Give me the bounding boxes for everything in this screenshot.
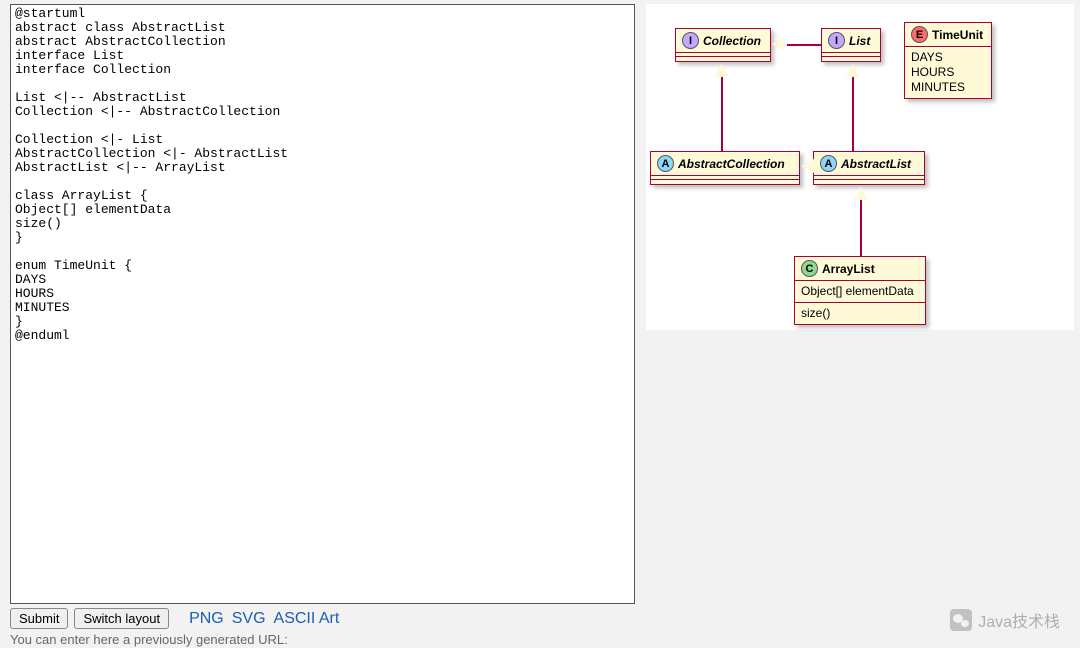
class-name: AbstractCollection (678, 157, 785, 171)
switch-layout-button[interactable]: Switch layout (74, 608, 169, 629)
class-name: TimeUnit (932, 28, 983, 42)
uml-arrowhead (772, 37, 785, 51)
uml-class-arraylist: C ArrayList Object[] elementData size() (794, 256, 926, 325)
class-name: AbstractList (841, 157, 911, 171)
uml-arrowhead (715, 64, 729, 77)
ascii-art-link[interactable]: ASCII Art (274, 610, 340, 628)
uml-arrowhead (854, 187, 868, 200)
interface-icon: I (682, 32, 699, 49)
class-name: ArrayList (822, 262, 875, 276)
abstract-icon: A (657, 155, 674, 172)
controls-bar: Submit Switch layout PNG SVG ASCII Art (10, 608, 339, 629)
uml-arrowhead (846, 64, 860, 77)
uml-edge (721, 77, 723, 151)
uml-interface-collection: I Collection (675, 28, 771, 62)
enum-values: DAYS HOURS MINUTES (905, 47, 991, 98)
uml-edge (860, 200, 862, 256)
class-name: List (849, 34, 870, 48)
enum-icon: E (911, 26, 928, 43)
format-links: PNG SVG ASCII Art (189, 610, 339, 628)
class-icon: C (801, 260, 818, 277)
uml-interface-list: I List (821, 28, 881, 62)
uml-abstract-abstractcollection: A AbstractCollection (650, 151, 800, 185)
uml-arrowhead (801, 159, 814, 173)
uml-abstract-abstractlist: A AbstractList (813, 151, 925, 185)
submit-button[interactable]: Submit (10, 608, 68, 629)
svg-link[interactable]: SVG (232, 610, 266, 628)
uml-edge (787, 44, 821, 46)
class-name: Collection (703, 34, 761, 48)
abstract-icon: A (820, 155, 837, 172)
uml-edge (852, 77, 854, 151)
plantuml-code-input[interactable] (11, 5, 634, 603)
png-link[interactable]: PNG (189, 610, 224, 628)
uml-enum-timeunit: E TimeUnit DAYS HOURS MINUTES (904, 22, 992, 99)
watermark-text: Java技术栈 (978, 608, 1060, 632)
code-editor-panel (10, 4, 635, 604)
interface-icon: I (828, 32, 845, 49)
wechat-icon (950, 609, 972, 631)
class-methods: size() (795, 302, 925, 324)
class-fields: Object[] elementData (795, 281, 925, 302)
uml-diagram: I Collection I List E TimeUnit DAYS HOUR… (646, 4, 1074, 330)
url-hint-label: You can enter here a previously generate… (10, 632, 288, 647)
watermark: Java技术栈 (950, 608, 1060, 632)
